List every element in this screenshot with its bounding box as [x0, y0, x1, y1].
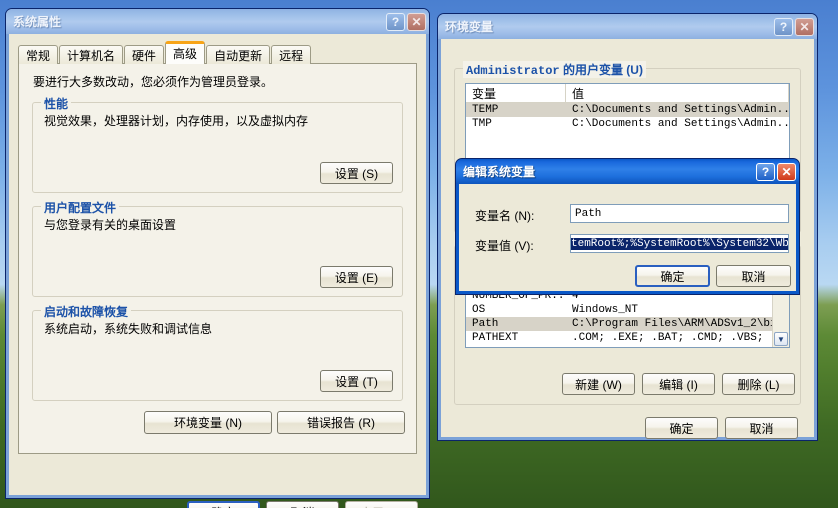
system-properties-cancel-button[interactable]: 取消 — [266, 501, 339, 508]
user-profiles-description: 与您登录有关的桌面设置 — [44, 218, 177, 232]
edit-dialog-client: 变量名 (N): Path 变量值 (V): temRoot%;%SystemR… — [459, 184, 796, 291]
column-header-variable[interactable]: 变量 — [466, 84, 566, 102]
user-variables-list-header: 变量 值 — [466, 84, 789, 103]
performance-group-legend: 性能 — [41, 95, 72, 112]
variable-value: .COM; .EXE; .BAT; .CMD; .VBS; .VBE; — [572, 332, 789, 344]
edit-dialog-title: 编辑系统变量 — [463, 165, 536, 179]
tab-general[interactable]: 常规 — [18, 45, 59, 64]
variable-value: C:\Program Files\ARM\ADSv1_2\bi... — [572, 318, 789, 330]
tab-remote[interactable]: 远程 — [271, 45, 312, 64]
close-icon[interactable]: ✕ — [407, 12, 426, 31]
environment-variables-cancel-button[interactable]: 取消 — [725, 417, 798, 439]
edit-dialog-cancel-button[interactable]: 取消 — [716, 265, 791, 287]
tab-automatic-updates[interactable]: 自动更新 — [206, 45, 271, 64]
environment-variables-ok-button[interactable]: 确定 — [645, 417, 718, 439]
user-profiles-group: 用户配置文件 与您登录有关的桌面设置 设置 (E) — [32, 199, 403, 297]
admin-note: 要进行大多数改动，您必须作为管理员登录。 — [33, 75, 274, 89]
column-header-value[interactable]: 值 — [566, 84, 789, 102]
table-row[interactable]: OS Windows_NT — [466, 303, 789, 317]
advanced-tab-page: 要进行大多数改动，您必须作为管理员登录。 性能 视觉效果，处理器计划，内存使用，… — [18, 63, 417, 454]
variable-name-input[interactable]: Path — [570, 204, 789, 223]
delete-variable-button[interactable]: 删除 (L) — [722, 373, 795, 395]
system-properties-window[interactable]: 系统属性 ? ✕ 常规 计算机名 硬件 高级 自动更新 远程 要进行大多数改动，… — [5, 8, 430, 508]
environment-variables-button[interactable]: 环境变量 (N) — [144, 411, 272, 434]
user-variables-legend-rest: 的用户变量 (U) — [559, 63, 643, 77]
environment-variables-titlebar[interactable]: 环境变量 ? ✕ — [438, 14, 817, 39]
variable-value: Windows_NT — [572, 304, 639, 316]
error-reporting-button[interactable]: 错误报告 (R) — [277, 411, 405, 434]
variable-value-input[interactable]: temRoot%;%SystemRoot%\System32\Wbem — [570, 234, 789, 253]
tab-computer-name[interactable]: 计算机名 — [59, 45, 124, 64]
user-variables-group-legend: Administrator 的用户变量 (U) — [463, 61, 646, 78]
system-properties-client: 常规 计算机名 硬件 高级 自动更新 远程 要进行大多数改动，您必须作为管理员登… — [9, 34, 426, 508]
system-properties-apply-button: 应用 (A) — [345, 501, 418, 508]
environment-variables-title: 环境变量 — [445, 20, 494, 34]
close-icon[interactable]: ✕ — [777, 162, 796, 181]
variable-name-label: 变量名 (N): — [475, 209, 535, 223]
tab-strip: 常规 计算机名 硬件 高级 自动更新 远程 — [18, 41, 312, 64]
table-row[interactable]: PATHEXT .COM; .EXE; .BAT; .CMD; .VBS; .V… — [466, 331, 789, 345]
table-row[interactable]: TEMP C:\Documents and Settings\Admin... — [466, 103, 789, 117]
variable-value-label: 变量值 (V): — [475, 239, 534, 253]
edit-dialog-ok-button[interactable]: 确定 — [635, 265, 710, 287]
chevron-down-icon[interactable]: ▼ — [774, 332, 788, 346]
new-variable-button[interactable]: 新建 (W) — [562, 373, 635, 395]
user-profiles-settings-button[interactable]: 设置 (E) — [320, 266, 393, 288]
startup-recovery-description: 系统启动，系统失败和调试信息 — [44, 322, 213, 336]
performance-group: 性能 视觉效果，处理器计划，内存使用，以及虚拟内存 设置 (S) — [32, 95, 403, 193]
variable-name: TMP — [472, 118, 492, 130]
user-variables-username: Administrator — [466, 64, 560, 78]
help-icon[interactable]: ? — [774, 17, 793, 36]
tab-hardware[interactable]: 硬件 — [124, 45, 165, 64]
startup-recovery-group: 启动和故障恢复 系统启动，系统失败和调试信息 设置 (T) — [32, 303, 403, 401]
edit-dialog-titlebar[interactable]: 编辑系统变量 ? ✕ — [456, 159, 799, 184]
performance-settings-button[interactable]: 设置 (S) — [320, 162, 393, 184]
system-properties-titlebar[interactable]: 系统属性 ? ✕ — [6, 9, 429, 34]
variable-name-input-value: Path — [575, 207, 602, 220]
help-icon[interactable]: ? — [756, 162, 775, 181]
variable-name: TEMP — [472, 104, 499, 116]
variable-name: OS — [472, 304, 486, 316]
user-profiles-group-legend: 用户配置文件 — [41, 199, 120, 216]
variable-name: Path — [472, 318, 499, 330]
startup-recovery-settings-button[interactable]: 设置 (T) — [320, 370, 393, 392]
variable-value: C:\Documents and Settings\Admin... — [572, 118, 789, 130]
performance-description: 视觉效果，处理器计划，内存使用，以及虚拟内存 — [44, 114, 309, 128]
variable-value-input-value: temRoot%;%SystemRoot%\System32\Wbem — [571, 237, 788, 250]
edit-variable-button[interactable]: 编辑 (I) — [642, 373, 715, 395]
table-row[interactable]: TMP C:\Documents and Settings\Admin... — [466, 117, 789, 131]
variable-name: PATHEXT — [472, 332, 519, 344]
system-properties-ok-button[interactable]: 确定 — [187, 501, 260, 508]
variable-value: C:\Documents and Settings\Admin... — [572, 104, 789, 116]
tab-advanced[interactable]: 高级 — [165, 41, 206, 64]
table-row[interactable]: Path C:\Program Files\ARM\ADSv1_2\bi... — [466, 317, 789, 331]
system-properties-title: 系统属性 — [13, 15, 62, 29]
edit-system-variable-dialog[interactable]: 编辑系统变量 ? ✕ 变量名 (N): Path 变量值 (V): temRoo… — [455, 158, 800, 295]
help-icon[interactable]: ? — [386, 12, 405, 31]
close-icon[interactable]: ✕ — [795, 17, 814, 36]
startup-recovery-group-legend: 启动和故障恢复 — [41, 303, 132, 320]
